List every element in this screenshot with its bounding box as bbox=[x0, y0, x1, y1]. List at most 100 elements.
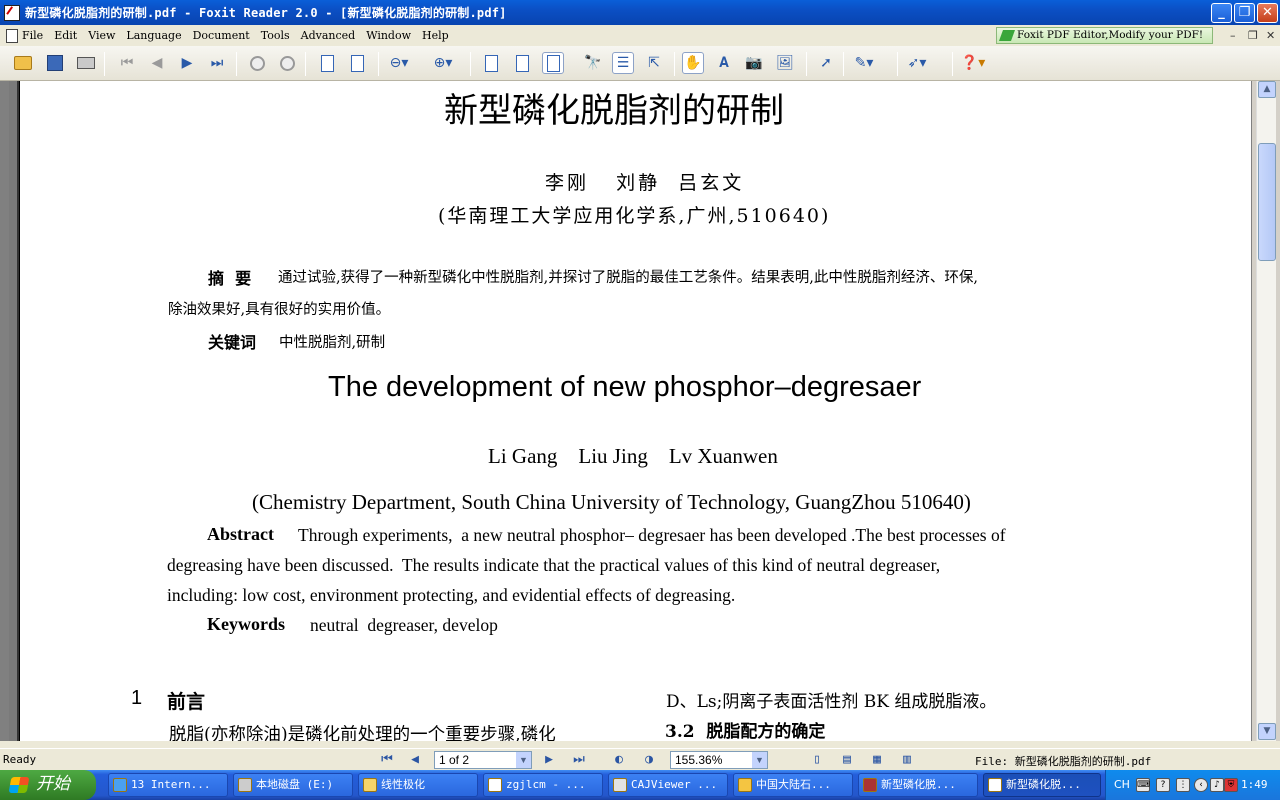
zoom-field[interactable]: 155.36% ▼ bbox=[670, 751, 768, 769]
open-icon[interactable] bbox=[12, 52, 34, 74]
print-icon[interactable] bbox=[75, 52, 97, 74]
next-page-icon[interactable]: ▶ bbox=[176, 52, 198, 74]
start-label: 开始 bbox=[36, 774, 70, 794]
app-icon[interactable] bbox=[4, 4, 20, 21]
status-back-icon[interactable]: ◐ bbox=[610, 752, 628, 769]
doc-minimize-button[interactable]: – bbox=[1230, 29, 1236, 42]
annotation-icon[interactable]: ✎▾ bbox=[853, 52, 875, 74]
help-tray-icon[interactable]: ? bbox=[1156, 778, 1170, 792]
prev-page-icon[interactable]: ◀ bbox=[146, 52, 168, 74]
back-icon[interactable] bbox=[246, 52, 268, 74]
task-browser[interactable]: 中国大陆石... bbox=[733, 773, 853, 797]
zoom-out-icon[interactable]: ⊖▾ bbox=[388, 52, 410, 74]
forward-icon[interactable] bbox=[276, 52, 298, 74]
status-next-page-icon[interactable]: ▶ bbox=[540, 752, 558, 769]
save-icon[interactable] bbox=[44, 52, 66, 74]
status-prev-page-icon[interactable]: ◀ bbox=[406, 752, 424, 769]
task-internet[interactable]: 13 Intern... bbox=[108, 773, 228, 797]
drive-icon bbox=[238, 778, 252, 792]
continuous-facing-view-icon[interactable]: ▥ bbox=[898, 752, 916, 769]
menu-edit[interactable]: Edit bbox=[54, 29, 77, 42]
task-pdf-2[interactable]: 新型磷化脱... bbox=[983, 773, 1101, 797]
folder-icon bbox=[363, 778, 377, 792]
expand-tray-icon[interactable]: ‹ bbox=[1194, 778, 1208, 792]
minimize-button[interactable]: _ bbox=[1211, 3, 1232, 23]
typewriter-icon[interactable]: ➶▾ bbox=[906, 52, 928, 74]
section1-title: 前言 bbox=[167, 691, 206, 713]
bookmarks-icon[interactable]: ☰ bbox=[612, 52, 634, 74]
toolbar: ⏮ ◀ ▶ ⏭ ⊖▾ ⊕▾ 🔭 ☰ ⇱ ✋ 𝐀 📷 🖼 ➚ ✎▾ ➶▾ ❓▾ bbox=[0, 46, 1280, 81]
menu-help[interactable]: Help bbox=[422, 29, 449, 42]
doc-close-button[interactable]: ✕ bbox=[1266, 29, 1275, 42]
fit-icon[interactable]: ⇱ bbox=[643, 52, 665, 74]
menu-view[interactable]: View bbox=[88, 29, 115, 42]
abstract-label-en: Abstract bbox=[207, 524, 274, 544]
menu-window[interactable]: Window bbox=[366, 29, 411, 42]
task-pdf-1[interactable]: 新型磷化脱... bbox=[858, 773, 978, 797]
facing-view-icon[interactable]: ▦ bbox=[868, 752, 886, 769]
promo-banner[interactable]: Foxit PDF Editor,Modify your PDF! bbox=[996, 27, 1213, 44]
status-forward-icon[interactable]: ◑ bbox=[640, 752, 658, 769]
menu-tools[interactable]: Tools bbox=[261, 29, 290, 42]
task-local-disk[interactable]: 本地磁盘 (E:) bbox=[233, 773, 353, 797]
affiliation-zh: (华南理工大学应用化学系,广州,510640) bbox=[438, 205, 831, 227]
menu-advanced[interactable]: Advanced bbox=[301, 29, 356, 42]
page-number-field[interactable]: 1 of 2 ▼ bbox=[434, 751, 532, 769]
menu-file[interactable]: File bbox=[22, 29, 43, 42]
continuous-view-icon[interactable]: ▤ bbox=[838, 752, 856, 769]
volume-icon[interactable]: ♪ bbox=[1210, 778, 1224, 792]
ime-icon[interactable]: ⋮ bbox=[1176, 778, 1190, 792]
help-icon[interactable]: ❓▾ bbox=[961, 52, 985, 74]
last-page-icon[interactable]: ⏭ bbox=[206, 52, 228, 74]
find-icon[interactable]: 🔭 bbox=[582, 52, 604, 74]
page-dropdown-icon[interactable]: ▼ bbox=[516, 752, 531, 768]
first-page-icon[interactable]: ⏮ bbox=[116, 52, 138, 74]
start-button[interactable]: 开始 bbox=[0, 770, 96, 800]
task-cajviewer[interactable]: CAJViewer ... bbox=[608, 773, 728, 797]
foxit-icon bbox=[988, 778, 1002, 792]
hand-tool-icon[interactable]: ✋ bbox=[682, 52, 704, 74]
single-page-view-icon[interactable]: ▯ bbox=[808, 752, 826, 769]
ie-icon bbox=[113, 778, 127, 792]
facing-icon[interactable] bbox=[542, 52, 564, 74]
affiliation-en: (Chemistry Department, South China Unive… bbox=[252, 490, 971, 514]
scroll-up-button[interactable]: ▲ bbox=[1258, 81, 1276, 98]
scroll-down-button[interactable]: ▼ bbox=[1258, 723, 1276, 740]
vertical-scrollbar[interactable]: ▲ ▼ bbox=[1256, 81, 1276, 741]
text-select-icon[interactable]: 𝐀 bbox=[713, 52, 735, 74]
section1-number: 1 bbox=[131, 687, 143, 709]
keywords-en: neutral degreaser, develop bbox=[310, 615, 498, 635]
document-icon[interactable] bbox=[6, 28, 18, 43]
extract-icon[interactable] bbox=[316, 52, 338, 74]
menu-document[interactable]: Document bbox=[193, 29, 250, 42]
keyboard-icon[interactable]: ⌨ bbox=[1136, 778, 1150, 792]
image-icon[interactable]: 🖼 bbox=[774, 52, 796, 74]
page-indicator: 1 of 2 bbox=[439, 753, 470, 767]
rotate-icon[interactable] bbox=[346, 52, 368, 74]
scroll-thumb[interactable] bbox=[1258, 143, 1276, 261]
zoom-dropdown-icon[interactable]: ▼ bbox=[752, 752, 767, 768]
zoom-in-icon[interactable]: ⊕▾ bbox=[432, 52, 454, 74]
task-folder[interactable]: 线性极化 bbox=[358, 773, 478, 797]
security-icon[interactable]: ⛨ bbox=[1224, 778, 1238, 792]
right-column-line1: D、Ls;阴离子表面活性剂 BK 组成脱脂液。 bbox=[666, 692, 997, 712]
task-word-doc[interactable]: zgjlcm - ... bbox=[483, 773, 603, 797]
close-button[interactable]: ✕ bbox=[1257, 3, 1278, 23]
continuous-icon[interactable] bbox=[511, 52, 533, 74]
authors-zh: 李刚 刘静 吕玄文 bbox=[545, 172, 745, 194]
doc-restore-button[interactable]: ❐ bbox=[1248, 29, 1258, 42]
single-page-icon[interactable] bbox=[480, 52, 502, 74]
input-language[interactable]: CH bbox=[1114, 778, 1130, 791]
menu-language[interactable]: Language bbox=[126, 29, 181, 42]
maximize-button[interactable]: ❐ bbox=[1234, 3, 1255, 23]
document-viewport[interactable]: 新型磷化脱脂剂的研制 李刚 刘静 吕玄文 (华南理工大学应用化学系,广州,510… bbox=[0, 81, 1252, 741]
select-arrow-icon[interactable]: ➚ bbox=[815, 52, 837, 74]
status-last-page-icon[interactable]: ⏭ bbox=[570, 752, 588, 769]
snapshot-icon[interactable]: 📷 bbox=[743, 52, 765, 74]
paper-title-zh: 新型磷化脱脂剂的研制 bbox=[444, 91, 784, 131]
paper-title-en: The development of new phosphor–degresae… bbox=[328, 371, 922, 403]
taskbar: 开始 13 Intern... 本地磁盘 (E:) 线性极化 zgjlcm - … bbox=[0, 770, 1280, 800]
promo-check-icon bbox=[998, 30, 1016, 41]
status-first-page-icon[interactable]: ⏮ bbox=[378, 752, 396, 769]
keywords-label-zh: 关键词 bbox=[208, 333, 257, 352]
